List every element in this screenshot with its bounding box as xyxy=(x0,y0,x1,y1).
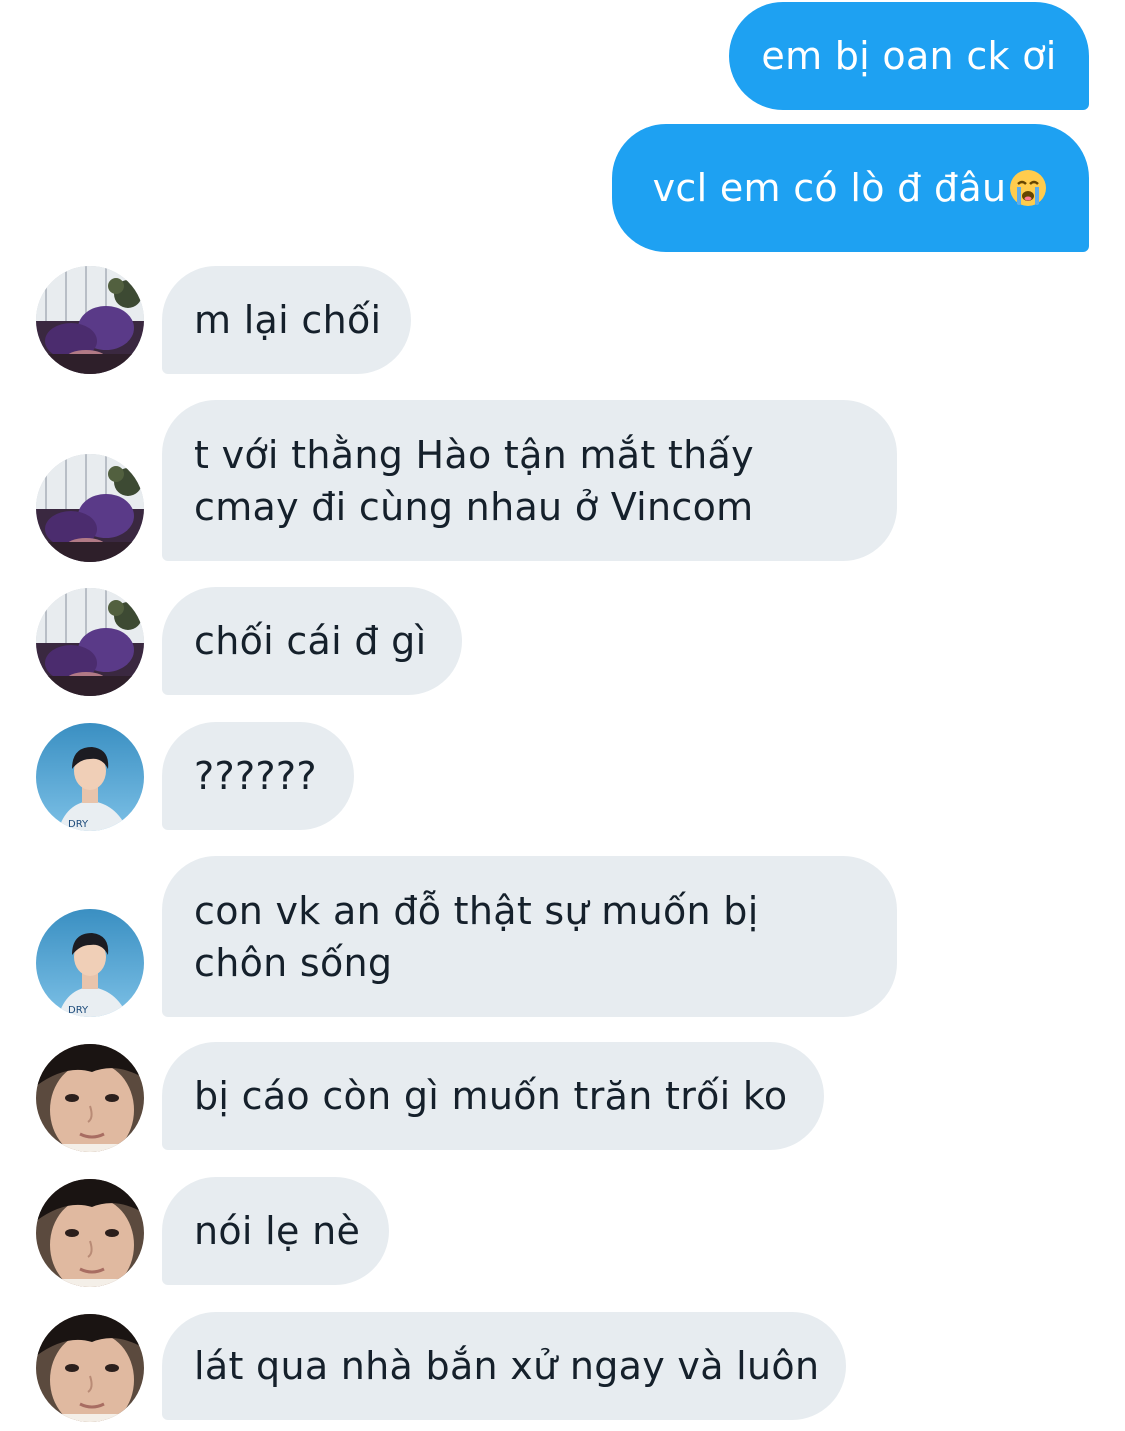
message-text: m lại chối xyxy=(194,298,382,342)
avatar-boy-blue-sky[interactable]: DRY xyxy=(36,909,144,1017)
message-text: lát qua nhà bắn xử ngay và luôn xyxy=(194,1344,820,1388)
message-line: t với thằng Hào tận mắt thấy xyxy=(194,432,754,477)
message-text: em bị oan ck ơi xyxy=(761,34,1057,78)
avatar-face-closeup[interactable] xyxy=(36,1044,144,1152)
avatar-purple-room[interactable] xyxy=(36,588,144,696)
svg-text:DRY: DRY xyxy=(68,819,89,830)
svg-text:DRY: DRY xyxy=(68,1005,89,1016)
loudly-crying-face-emoji xyxy=(1008,168,1048,208)
incoming-message-bubble[interactable]: chối cái đ gì xyxy=(162,587,462,695)
outgoing-message-bubble[interactable]: em bị oan ck ơi xyxy=(729,2,1089,110)
message-line: chôn sống xyxy=(194,940,393,985)
message-line: cmay đi cùng nhau ở Vincom xyxy=(194,484,754,529)
incoming-message-bubble[interactable]: t với thằng Hào tận mắt thấy cmay đi cùn… xyxy=(162,400,897,561)
incoming-message-bubble[interactable]: bị cáo còn gì muốn trăn trối ko xyxy=(162,1042,824,1150)
outgoing-message-bubble[interactable]: vcl em có lò đ đâu xyxy=(612,124,1089,252)
message-text: ?????? xyxy=(194,754,317,798)
incoming-message-bubble[interactable]: m lại chối xyxy=(162,266,411,374)
message-text: bị cáo còn gì muốn trăn trối ko xyxy=(194,1074,788,1118)
incoming-message-bubble[interactable]: nói lẹ nè xyxy=(162,1177,389,1285)
incoming-message-bubble[interactable]: lát qua nhà bắn xử ngay và luôn xyxy=(162,1312,846,1420)
chat-thread: em bị oan ck ơi vcl em có lò đ đâu m lại… xyxy=(0,0,1125,1431)
avatar-face-closeup[interactable] xyxy=(36,1314,144,1422)
incoming-message-bubble[interactable]: ?????? xyxy=(162,722,354,830)
avatar-purple-room[interactable] xyxy=(36,266,144,374)
avatar-purple-room[interactable] xyxy=(36,454,144,562)
message-text: chối cái đ gì xyxy=(194,619,427,663)
incoming-message-bubble[interactable]: con vk an đỗ thật sự muốn bị chôn sống xyxy=(162,856,897,1017)
avatar-boy-blue-sky[interactable]: DRY xyxy=(36,723,144,831)
avatar-face-closeup[interactable] xyxy=(36,1179,144,1287)
message-line: con vk an đỗ thật sự muốn bị xyxy=(194,888,759,933)
message-text: vcl em có lò đ đâu xyxy=(652,166,1007,210)
message-text: nói lẹ nè xyxy=(194,1209,361,1253)
